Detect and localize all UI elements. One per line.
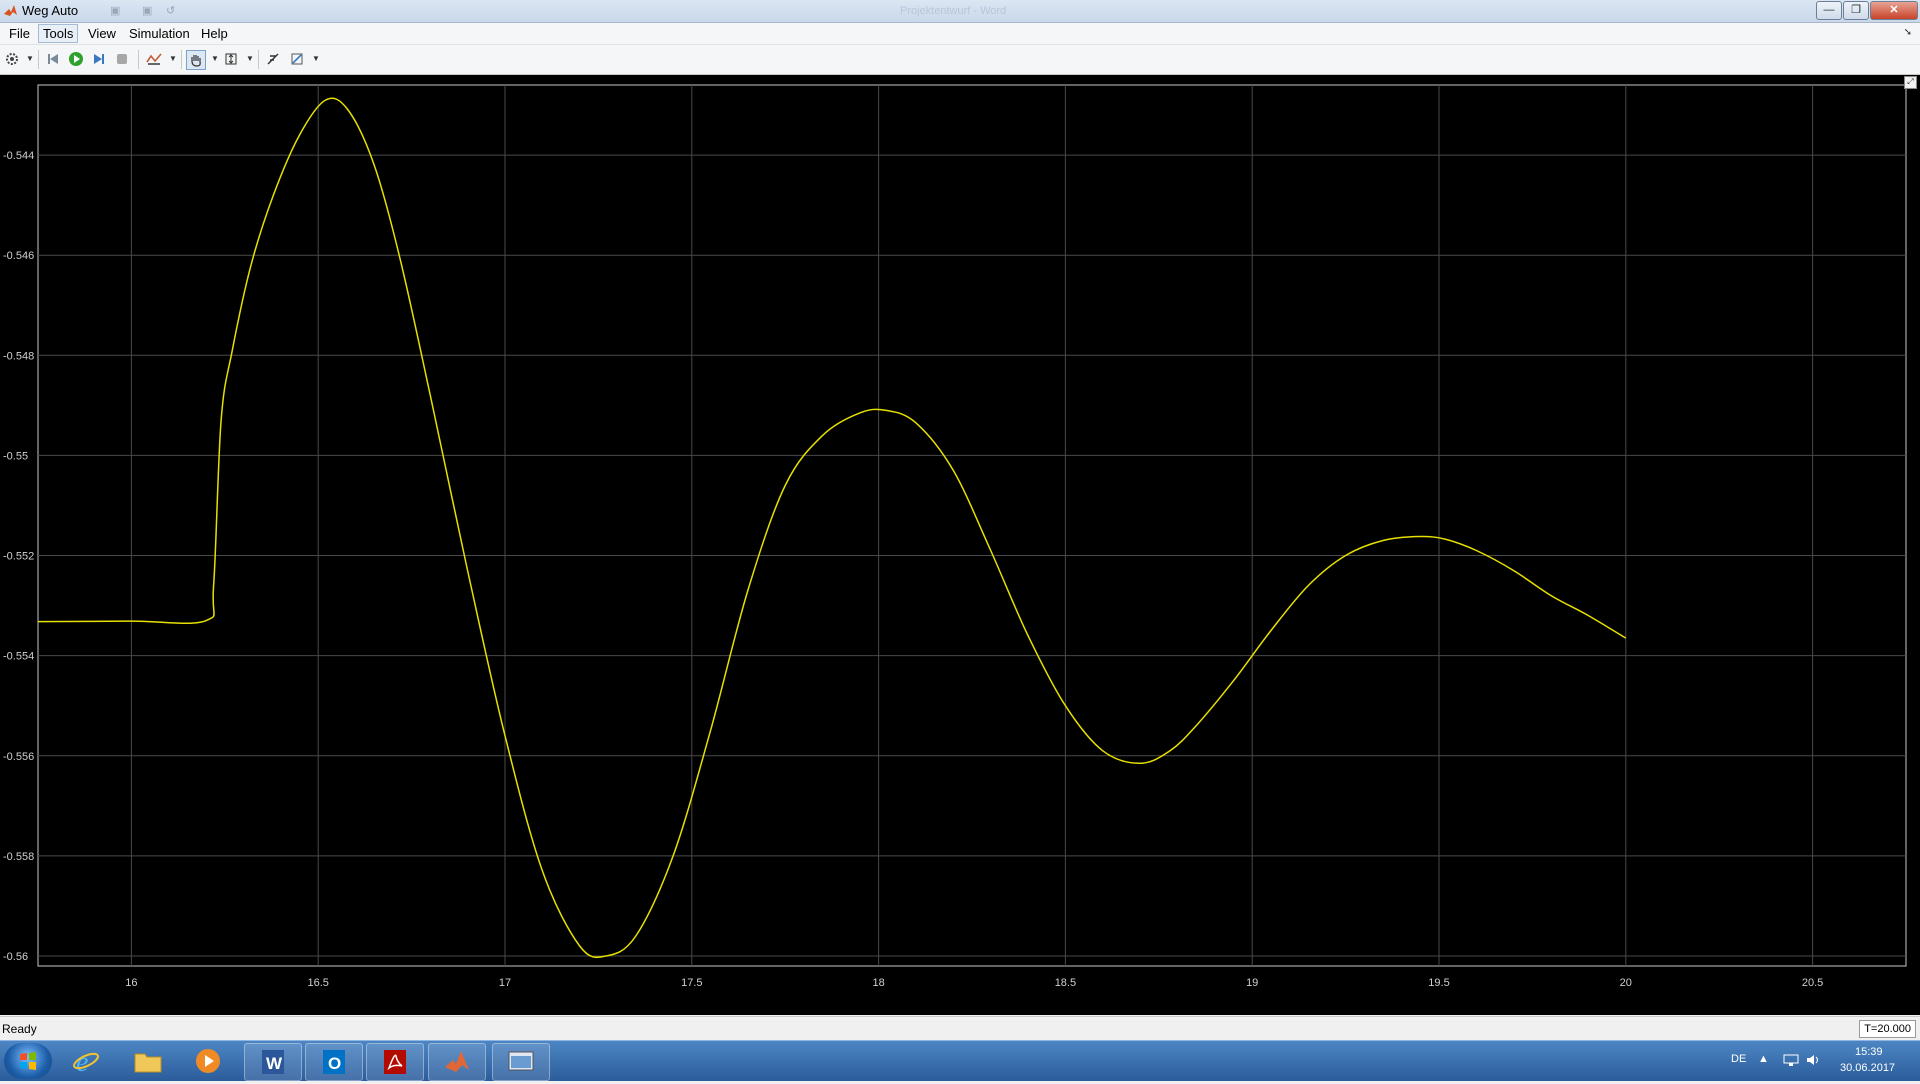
scope-plot-area[interactable]: 16 16.5 17 17.5 18 18.5 19 19.5 20 20.5 -0.544 -0.5… <box>0 75 1920 1015</box>
x-tick-label: 17.5 <box>681 977 702 989</box>
tray-expand-icon[interactable]: ▲ <box>1758 1053 1769 1065</box>
toolbar-separator <box>38 50 39 69</box>
windows-logo-icon <box>20 1052 36 1070</box>
y-tick-label: -0.558 <box>3 851 34 863</box>
simulation-time: T=20.000 <box>1859 1020 1916 1038</box>
keyboard-language[interactable]: DE <box>1731 1053 1746 1065</box>
acrobat-icon[interactable] <box>366 1043 424 1081</box>
y-tick-label: -0.56 <box>3 951 28 963</box>
word-icon[interactable]: W <box>244 1043 302 1081</box>
y-tick-label: -0.548 <box>3 350 34 362</box>
x-tick-label: 20 <box>1620 977 1632 989</box>
y-tick-label: -0.544 <box>3 150 34 162</box>
close-button[interactable]: ✕ <box>1870 1 1918 20</box>
maximize-button[interactable]: ❐ <box>1843 1 1869 20</box>
grid-layer <box>38 85 1906 966</box>
title-bar: Weg Auto ▣ ▣ ↺ Projektentwurf - Word — ❐… <box>0 0 1920 23</box>
pan-dropdown-icon[interactable]: ▼ <box>211 54 219 63</box>
expand-axes-icon[interactable]: ⤢ <box>1904 76 1917 89</box>
run-icon[interactable] <box>67 50 85 68</box>
y-tick-label: -0.546 <box>3 250 34 262</box>
stop-icon[interactable] <box>113 50 131 68</box>
tick-labels: 16 16.5 17 17.5 18 18.5 19 19.5 20 20.5 -0.544 -0.5… <box>3 150 1823 989</box>
zoom-fit-icon[interactable] <box>222 50 240 68</box>
highlight-dropdown-icon[interactable]: ▼ <box>312 54 320 63</box>
signal-style-dropdown-icon[interactable]: ▼ <box>169 54 177 63</box>
scope-chart[interactable]: 16 16.5 17 17.5 18 18.5 19 19.5 20 20.5 -0.544 -0.5… <box>0 75 1920 1015</box>
file-explorer-icon[interactable] <box>120 1043 176 1079</box>
clock-time[interactable]: 15:39 <box>1855 1046 1883 1058</box>
svg-text:O: O <box>328 1054 341 1073</box>
scope-window-icon[interactable] <box>492 1043 550 1081</box>
dock-arrow-icon[interactable]: ➘ <box>1904 27 1912 38</box>
minimize-button[interactable]: — <box>1816 1 1842 20</box>
window-title: Weg Auto <box>22 3 79 18</box>
x-tick-label: 19.5 <box>1428 977 1449 989</box>
zoom-dropdown-icon[interactable]: ▼ <box>246 54 254 63</box>
clock-date[interactable]: 30.06.2017 <box>1840 1062 1895 1074</box>
taskbar: e W O DE ▲ 15:39 30.06.2017 <box>0 1040 1920 1081</box>
matlab-app-icon <box>4 5 17 16</box>
toolbar: ▼ ▼ ▼ ▼ ▼ <box>0 45 1920 75</box>
step-forward-icon[interactable] <box>90 50 108 68</box>
internet-explorer-icon[interactable]: e <box>58 1043 114 1079</box>
pan-hand-icon[interactable] <box>186 50 206 70</box>
svg-text:e: e <box>76 1047 88 1076</box>
x-tick-label: 16.5 <box>307 977 328 989</box>
quick-undo-icon: ▣ <box>142 5 153 17</box>
network-icon[interactable] <box>1783 1053 1799 1067</box>
menu-view[interactable]: View <box>84 25 120 42</box>
y-tick-label: -0.556 <box>3 751 34 763</box>
status-text: Ready <box>2 1022 37 1036</box>
quick-redo-icon: ↺ <box>166 5 176 17</box>
gear-dropdown-icon[interactable]: ▼ <box>26 54 34 63</box>
matlab-icon[interactable] <box>428 1043 486 1081</box>
y-tick-label: -0.552 <box>3 551 34 563</box>
menu-bar: File Tools View Simulation Help ➘ <box>0 23 1920 45</box>
status-bar: Ready T=20.000 <box>0 1016 1920 1041</box>
x-tick-label: 20.5 <box>1802 977 1823 989</box>
x-tick-label: 17 <box>499 977 511 989</box>
x-tick-label: 18 <box>872 977 884 989</box>
volume-icon[interactable] <box>1806 1053 1822 1067</box>
step-back-icon[interactable] <box>44 50 62 68</box>
toolbar-separator <box>181 50 182 69</box>
y-tick-label: -0.55 <box>3 450 28 462</box>
y-tick-label: -0.554 <box>3 651 34 663</box>
background-window-title: Projektentwurf - Word <box>900 5 1007 17</box>
menu-file[interactable]: File <box>5 25 34 42</box>
gear-icon[interactable] <box>3 50 21 68</box>
highlight-icon[interactable] <box>288 50 306 68</box>
signal-line <box>37 97 1627 959</box>
x-tick-label: 19 <box>1246 977 1258 989</box>
data-cursor-icon[interactable] <box>264 50 282 68</box>
menu-help[interactable]: Help <box>197 25 232 42</box>
quick-save-icon: ▣ <box>110 5 121 17</box>
media-player-icon[interactable] <box>180 1043 236 1079</box>
signal-style-icon[interactable] <box>145 50 163 68</box>
x-tick-label: 16 <box>125 977 137 989</box>
menu-simulation[interactable]: Simulation <box>125 25 194 42</box>
svg-text:W: W <box>266 1054 283 1073</box>
start-button[interactable] <box>4 1043 52 1079</box>
outlook-icon[interactable]: O <box>305 1043 363 1081</box>
toolbar-separator <box>258 50 259 69</box>
series-layer <box>37 97 1627 959</box>
menu-tools[interactable]: Tools <box>38 24 79 43</box>
toolbar-separator <box>138 50 139 69</box>
x-tick-label: 18.5 <box>1055 977 1076 989</box>
